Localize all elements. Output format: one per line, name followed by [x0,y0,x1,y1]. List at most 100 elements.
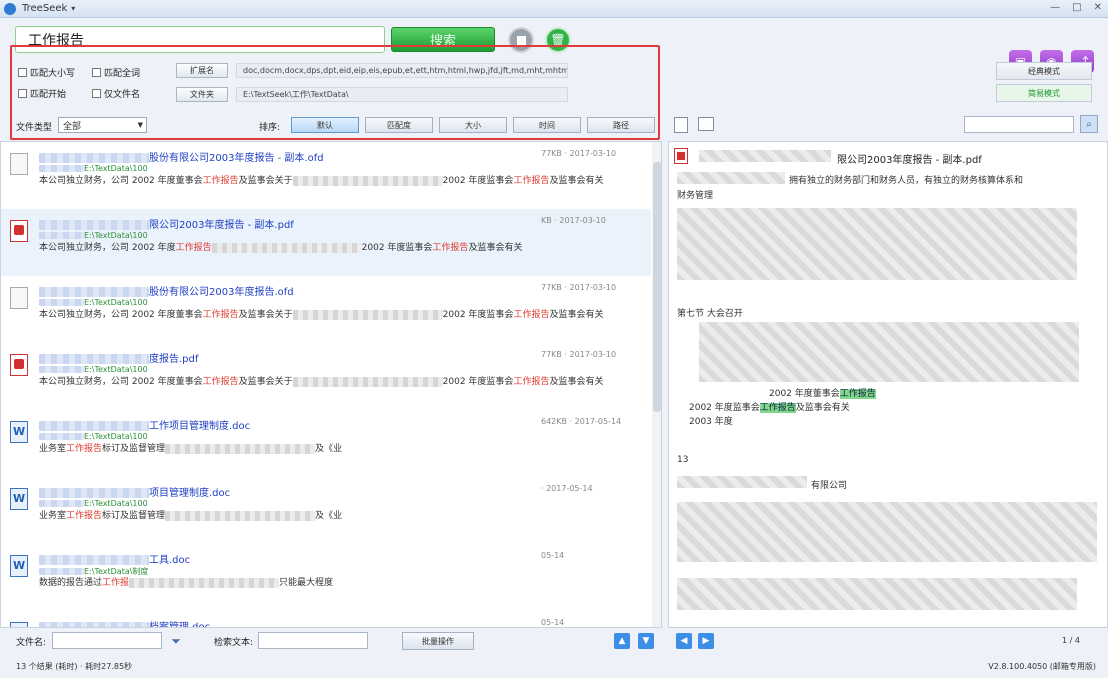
highlight-match: 工作报告 [513,377,550,387]
search-icon[interactable]: ⌕ [1080,115,1098,133]
preview-line: 财务管理 [677,191,714,201]
title-bar: TreeSeek ▾ — □ ✕ [0,0,1108,18]
result-title[interactable]: 工具.doc [39,551,190,566]
redacted-text [292,175,443,186]
result-title[interactable]: 限公司2003年度报告 - 副本.pdf [39,216,294,231]
highlight-match: 工作报告 [759,403,796,413]
match-whole-checkbox[interactable]: 匹配全词 [92,66,140,79]
result-path: E:\TextData\100 [39,298,148,307]
highlight-match: 工作报告 [66,511,103,521]
extension-button[interactable]: 扩展名 [176,63,228,78]
result-path: E:\TextData\100 [39,365,148,374]
document-icon[interactable] [674,117,688,133]
preview-pane: 限公司2003年度报告 - 副本.pdf 拥有独立的财务部门和财务人员，有独立的… [668,141,1108,628]
highlight-match: 工作报 [102,578,130,588]
classic-mode-button[interactable]: 经典模式 [996,62,1092,80]
redacted-text [292,376,443,387]
filetype-select[interactable]: 全部 ▼ [58,117,147,133]
sort-path-button[interactable]: 路径 [587,117,655,133]
result-meta: 05-14 [541,551,565,560]
redacted-text [211,242,362,253]
sort-relevance-button[interactable]: 匹配度 [365,117,433,133]
result-row[interactable]: 限公司2003年度报告 - 副本.pdf E:\TextData\100 KB · … [1,209,651,276]
result-title[interactable]: 度报告.pdf [39,350,198,365]
result-row[interactable]: 工作项目管理制度.docE:\TextData\100 642KB · 2017-… [1,410,651,477]
result-row[interactable]: 工具.docE:\TextData\制度 05-14 数据的报告通过工作报只能最大程… [1,544,651,611]
result-snippet: 本公司独立财务，公司 2002 年度董事会工作报告及监事会关于 2002 年度监事… [39,376,604,387]
result-path: E:\TextData\制度 [39,566,148,577]
result-row[interactable]: 股份有限公司2003年度报告 - 副本.ofd E:\TextData\100 77… [1,142,651,209]
text-filter-input[interactable] [258,632,368,649]
doc-file-icon [10,421,28,443]
result-title[interactable]: 股份有限公司2003年度报告.ofd [39,283,294,298]
folder-field[interactable]: E:\TextSeek\工作\TextData\ [236,87,568,102]
folder-button[interactable]: 文件夹 [176,87,228,102]
close-icon[interactable]: ✕ [1094,2,1102,13]
chevron-down-icon: ▼ [137,121,143,129]
preview-line: 拥有独立的财务部门和财务人员，有独立的财务核算体系和 [789,176,1024,186]
result-row[interactable]: 度报告.pdf E:\TextData\100 77KB · 2017-03-10 本… [1,343,651,410]
result-path: E:\TextData\100 [39,231,148,240]
doc-file-icon [10,555,28,577]
result-row[interactable]: 股份有限公司2003年度报告.ofd E:\TextData\100 77KB · … [1,276,651,343]
filename-label: 文件名: [16,638,47,648]
nav-prev-icon[interactable]: ◀ [676,633,692,649]
result-meta: · 2017-05-14 [541,484,593,493]
match-start-checkbox[interactable]: 匹配开始 [18,87,66,100]
search-text-label: 检索文本: [214,638,254,648]
page-indicator: 1 / 4 [1062,636,1080,645]
batch-operation-button[interactable]: 批量操作 [402,632,474,650]
result-snippet: 本公司独立财务，公司 2002 年度董事会工作报告及监事会关于 2002 年度监事… [39,309,604,320]
highlight-match: 工作报告 [66,444,103,454]
layout-icon[interactable] [698,117,714,131]
result-snippet: 业务室工作报告标订及监督管理 及《业 [39,443,343,454]
highlight-match: 工作报告 [432,243,469,253]
highlight-match: 工作报告 [175,243,212,253]
result-meta: 77KB · 2017-03-10 [541,283,617,292]
redacted-text [39,421,149,431]
result-title[interactable]: 项目管理制度.doc [39,484,230,499]
result-title[interactable]: 档案管理.doc [39,618,210,627]
filename-filter-input[interactable] [52,632,162,649]
nav-down-icon[interactable]: ▼ [638,633,654,649]
nav-next-icon[interactable]: ▶ [698,633,714,649]
sort-default-button[interactable]: 默认 [291,117,359,133]
pdf-icon [674,148,688,164]
redacted-text [165,443,316,454]
result-row[interactable]: 项目管理制度.docE:\TextData\100 · 2017-05-14 业务… [1,477,651,544]
scrollbar-thumb[interactable] [653,162,661,412]
preview-line: 2002 年度董事会工作报告 [769,389,876,399]
result-title[interactable]: 工作项目管理制度.doc [39,417,250,432]
highlight-match: 工作报告 [202,377,239,387]
result-title[interactable]: 股份有限公司2003年度报告 - 副本.ofd [39,149,324,164]
filter-icon[interactable]: ⏷ [168,633,184,649]
result-snippet: 数据的报告通过工作报 只能最大程度 [39,577,334,588]
sort-time-button[interactable]: 时间 [513,117,581,133]
preview-search-input[interactable] [964,116,1074,133]
doc-file-icon [10,488,28,510]
result-path: E:\TextData\100 [39,164,148,173]
minimize-icon[interactable]: — [1050,2,1060,13]
match-case-checkbox[interactable]: 匹配大小写 [18,66,75,79]
nav-up-icon[interactable]: ▲ [614,633,630,649]
sort-size-button[interactable]: 大小 [439,117,507,133]
extension-field[interactable]: doc,docm,docx,dps,dpt,eid,eip,eis,epub,e… [236,63,568,78]
preview-line: 13 [677,455,689,465]
redacted-block [699,150,831,162]
maximize-icon[interactable]: □ [1072,2,1081,13]
result-snippet: 业务室工作报告标订及监督管理 及《业 [39,510,343,521]
app-icon [4,2,16,15]
sort-label: 排序: [259,123,281,133]
simple-mode-button[interactable]: 简易模式 [996,84,1092,102]
redacted-text [129,577,280,588]
result-meta: KB · 2017-03-10 [541,216,606,225]
filename-only-checkbox[interactable]: 仅文件名 [92,87,140,100]
txt-file-icon [10,153,28,175]
results-scrollbar[interactable] [652,142,661,627]
redacted-block [677,208,1077,280]
result-row[interactable]: 档案管理.docE:\TextData\制度05-14信息编报业务与生产经营管理… [1,611,651,627]
result-meta: 642KB · 2017-05-14 [541,417,622,426]
result-meta: 77KB · 2017-03-10 [541,149,617,158]
version-text: V2.8.100.4050 (邮箱专用版) [988,662,1096,671]
menu-caret-icon[interactable]: ▾ [71,4,75,13]
